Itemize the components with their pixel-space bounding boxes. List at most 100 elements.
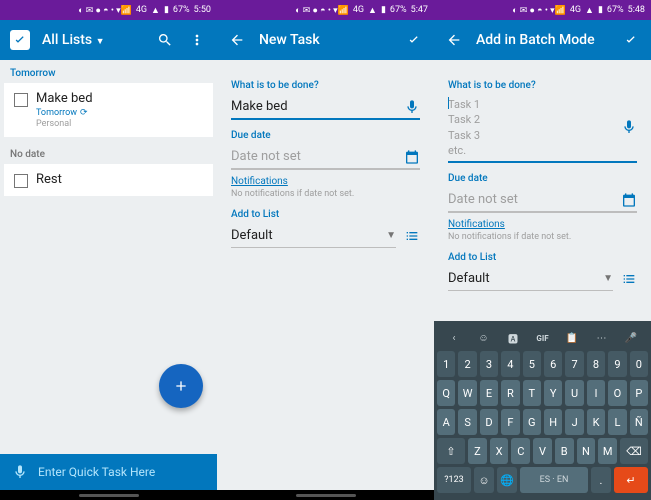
key[interactable]: T [523, 380, 541, 406]
task-title: Make bed [36, 91, 203, 106]
calendar-icon[interactable] [404, 149, 420, 169]
task-item[interactable]: Rest [4, 164, 213, 196]
enter-key[interactable]: ↵ [614, 467, 648, 493]
back-icon[interactable] [444, 30, 464, 50]
section-header: No date [0, 141, 217, 164]
list-select[interactable]: Default ▼ [231, 224, 396, 248]
kb-mic-icon[interactable]: 🎤 [620, 329, 642, 347]
key[interactable]: 6 [544, 351, 562, 377]
key[interactable]: F [501, 409, 519, 435]
key[interactable]: Q [437, 380, 455, 406]
key[interactable]: C [511, 438, 530, 464]
key[interactable]: M [598, 438, 617, 464]
back-icon[interactable] [227, 30, 247, 50]
list-view-icon[interactable] [404, 228, 420, 248]
field-label: Due date [231, 130, 420, 141]
nav-bar [0, 490, 217, 500]
key[interactable]: 5 [523, 351, 541, 377]
notifications-link[interactable]: Notifications [231, 176, 420, 187]
key[interactable]: A [437, 409, 455, 435]
field-label: What is to be done? [448, 80, 637, 91]
key[interactable]: Y [544, 380, 562, 406]
emoji-key[interactable]: ☺ [474, 467, 494, 493]
period-key[interactable]: . [591, 467, 611, 493]
task-list: Personal [36, 119, 203, 129]
kb-translate-icon[interactable]: 🅰 [502, 329, 524, 347]
key[interactable]: I [587, 380, 605, 406]
confirm-icon[interactable] [621, 30, 641, 50]
kb-number-row: 1 2 3 4 5 6 7 8 9 0 [437, 351, 648, 377]
key[interactable]: 1 [437, 351, 455, 377]
key[interactable]: H [544, 409, 562, 435]
hint-text: No notifications if date not set. [231, 189, 420, 199]
space-key[interactable]: ES · EN [520, 467, 588, 493]
key[interactable]: 8 [587, 351, 605, 377]
key[interactable]: 7 [565, 351, 583, 377]
key[interactable]: 9 [608, 351, 626, 377]
calendar-icon[interactable] [621, 192, 637, 212]
batch-task-input[interactable]: Task 1 Task 2 Task 3 etc. [448, 95, 637, 163]
due-date-input[interactable] [448, 188, 637, 213]
key[interactable]: K [587, 409, 605, 435]
search-icon[interactable] [155, 30, 175, 50]
keyboard[interactable]: ‹ ☺ 🅰 GIF 📋 ⋯ 🎤 1 2 3 4 5 6 7 8 9 0 Q W … [434, 321, 651, 500]
mic-icon[interactable] [404, 99, 420, 119]
key[interactable]: S [458, 409, 476, 435]
kb-back-icon[interactable]: ‹ [443, 329, 465, 347]
key[interactable]: B [555, 438, 574, 464]
page-title: New Task [259, 32, 392, 48]
key[interactable]: L [608, 409, 626, 435]
task-name-input[interactable] [231, 95, 420, 120]
more-icon[interactable] [187, 30, 207, 50]
mic-icon[interactable] [12, 464, 28, 480]
key[interactable]: D [480, 409, 498, 435]
due-date-input[interactable] [231, 145, 420, 170]
kb-clipboard-icon[interactable]: 📋 [561, 329, 583, 347]
checkbox[interactable] [14, 174, 28, 188]
key[interactable]: U [565, 380, 583, 406]
key[interactable]: J [565, 409, 583, 435]
mic-icon[interactable] [621, 119, 637, 139]
globe-key[interactable]: 🌐 [497, 467, 517, 493]
key[interactable]: X [490, 438, 509, 464]
checkbox[interactable] [14, 93, 28, 107]
status-bar: ◐ ✉ ● ◓ • ▾📶 4G▲▮ 67% 5:47 [217, 0, 434, 20]
key[interactable]: P [630, 380, 648, 406]
key[interactable]: 4 [501, 351, 519, 377]
kb-gif-icon[interactable]: GIF [532, 329, 554, 347]
list-selector[interactable]: All Lists ▼ [42, 32, 143, 48]
key[interactable]: G [523, 409, 541, 435]
shift-key[interactable]: ⇧ [437, 438, 465, 464]
key[interactable]: V [533, 438, 552, 464]
key[interactable]: Z [468, 438, 487, 464]
list-view-icon[interactable] [621, 271, 637, 291]
field-label: Add to List [231, 209, 420, 220]
status-bar: ◐ ✉ ● ◓ • ▾📶 4G▲▮ 67% 5:48 [434, 0, 651, 20]
key[interactable]: N [577, 438, 596, 464]
add-task-fab[interactable] [159, 364, 203, 408]
key[interactable]: R [501, 380, 519, 406]
quick-task-input[interactable] [38, 465, 205, 479]
key[interactable]: O [608, 380, 626, 406]
task-title: Rest [36, 172, 203, 187]
backspace-key[interactable]: ⌫ [620, 438, 648, 464]
hint-text: No notifications if date not set. [448, 232, 637, 242]
kb-more-icon[interactable]: ⋯ [591, 329, 613, 347]
key[interactable]: E [480, 380, 498, 406]
quick-task-bar[interactable] [0, 454, 217, 490]
confirm-icon[interactable] [404, 30, 424, 50]
symbols-key[interactable]: ?123 [437, 467, 471, 493]
key[interactable]: 3 [480, 351, 498, 377]
notifications-link[interactable]: Notifications [448, 219, 637, 230]
task-item[interactable]: Make bed Tomorrow ⟳ Personal [4, 83, 213, 137]
app-bar: New Task [217, 20, 434, 60]
field-label: Due date [448, 173, 637, 184]
kb-sticker-icon[interactable]: ☺ [473, 329, 495, 347]
key[interactable]: Ñ [630, 409, 648, 435]
key[interactable]: 2 [458, 351, 476, 377]
field-label: What is to be done? [231, 80, 420, 91]
key[interactable]: 0 [630, 351, 648, 377]
key[interactable]: W [458, 380, 476, 406]
app-bar: All Lists ▼ [0, 20, 217, 60]
list-select[interactable]: Default ▼ [448, 267, 613, 291]
